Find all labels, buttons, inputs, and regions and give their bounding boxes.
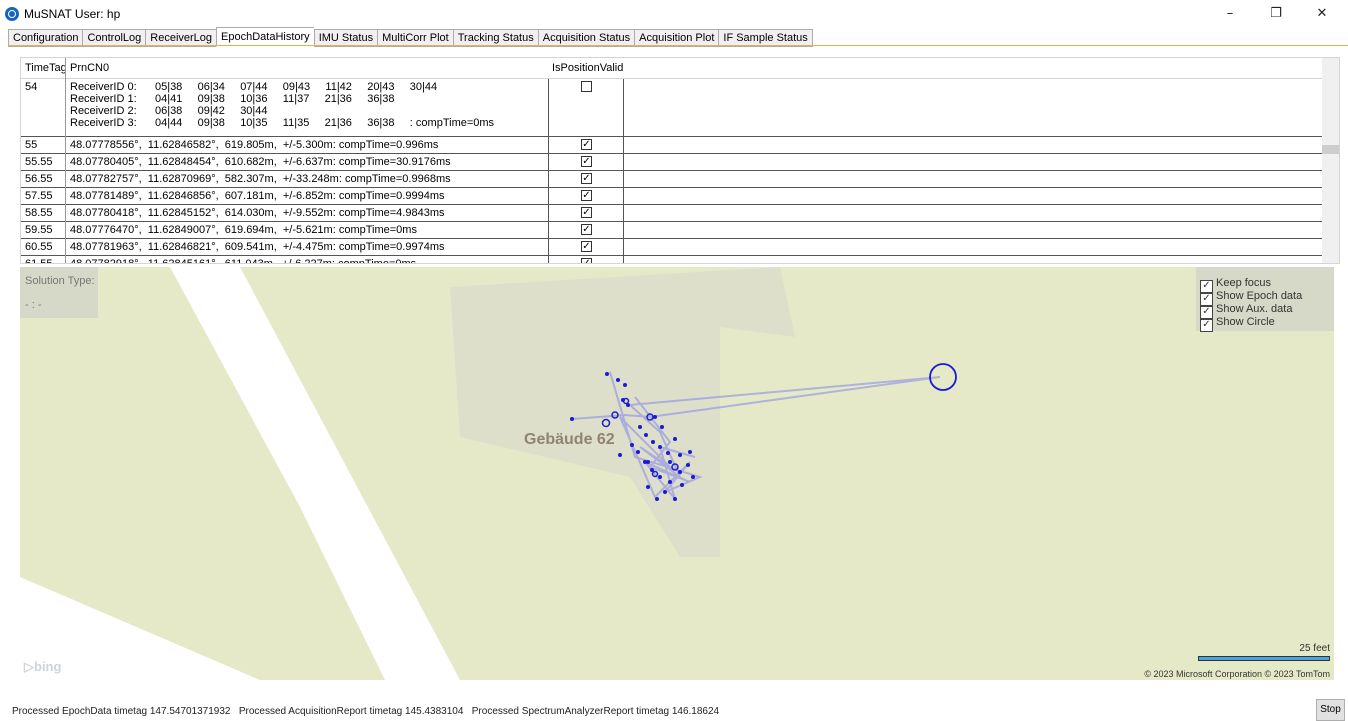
cell-prncn0: 48.07782757°, 11.62870969°, 582.307m, +/… (70, 173, 451, 185)
cell-timetag: 56.55 (25, 173, 53, 185)
table-row[interactable]: 57.55 48.07781489°, 11.62846856°, 607.18… (21, 188, 1322, 205)
cell-prncn0-line: ReceiverID 0: 05|38 06|34 07|44 09|43 11… (70, 81, 438, 93)
road (170, 267, 460, 680)
valid-checkbox[interactable]: ✓ (581, 139, 592, 150)
close-button[interactable]: ✕ (1299, 0, 1345, 28)
valid-checkbox[interactable]: ✓ (581, 207, 592, 218)
restore-button[interactable]: ❐ (1253, 0, 1299, 28)
scrollbar-thumb[interactable] (1322, 145, 1339, 154)
cell-prncn0: 48.07776470°, 11.62849007°, 619.694m, +/… (70, 224, 417, 236)
table-row[interactable]: 55 48.07778556°, 11.62846582°, 619.805m,… (21, 137, 1322, 154)
status-bar-text: Processed EpochData timetag 147.54701371… (12, 706, 720, 717)
scale-bar (1198, 656, 1330, 661)
cell-timetag: 54 (25, 81, 38, 93)
bing-logo: ▷bing (24, 659, 62, 674)
table-row[interactable]: 56.55 48.07782757°, 11.62870969°, 582.30… (21, 171, 1322, 188)
cell-prncn0: 48.07782918°, 11.62845161°, 611.043m, +/… (70, 258, 417, 264)
stop-button[interactable]: Stop (1316, 699, 1345, 721)
cell-prncn0: 48.07781489°, 11.62846856°, 607.181m, +/… (70, 190, 445, 202)
valid-checkbox[interactable]: ✓ (581, 173, 592, 184)
title-bar: MuSNAT User: hp – ❐ ✕ (0, 0, 1348, 28)
map-view[interactable]: Gebäude 62 Solution Type: - : - ✓ Keep fo… (20, 267, 1334, 680)
valid-checkbox[interactable]: ✓ (581, 241, 592, 252)
map-canvas: Gebäude 62 (20, 267, 957, 680)
tab-bar: Configuration ControlLog ReceiverLog Epo… (8, 27, 813, 47)
cell-prncn0: 48.07781963°, 11.62846821°, 609.541m, +/… (70, 241, 445, 253)
column-divider (548, 79, 549, 263)
map-options-panel: ✓ Keep focus ✓ Show Epoch data ✓ Show Aux. … (1196, 267, 1334, 332)
cell-prncn0-line: ReceiverID 2: 06|38 09|42 30|44 (70, 105, 268, 117)
map-copyright: © 2023 Microsoft Corporation © 2023 TomT… (1144, 669, 1330, 679)
cell-prncn0: 48.07778556°, 11.62846582°, 619.805m, +/… (70, 139, 439, 151)
building-label: Gebäude 62 (524, 431, 615, 448)
cell-timetag: 60.55 (25, 241, 53, 253)
show-circle-checkbox[interactable]: ✓ Show Circle (1200, 316, 1275, 332)
table-row[interactable]: 55.55 48.07780405°, 11.62848454°, 610.68… (21, 154, 1322, 171)
header-isposvalid[interactable]: IsPositionValid (552, 62, 623, 74)
header-prncn0[interactable]: PrnCN0 (70, 62, 109, 74)
valid-checkbox[interactable]: ✓ (581, 258, 592, 263)
cell-prncn0-line: ReceiverID 1: 04|41 09|38 10|36 11|37 21… (70, 93, 395, 105)
tab-epochdatahistory[interactable]: EpochDataHistory (216, 27, 314, 47)
grid-header: TimeTag PrnCN0 IsPositionValid (21, 58, 1322, 79)
minimize-button[interactable]: – (1207, 0, 1253, 28)
grid-vertical-scrollbar[interactable] (1322, 58, 1339, 263)
window-title: MuSNAT User: hp (24, 7, 121, 21)
solution-type-panel: Solution Type: - : - (20, 267, 98, 318)
checkbox-icon: ✓ (1200, 319, 1213, 332)
cell-prncn0: 48.07780418°, 11.62845152°, 614.030m, +/… (70, 207, 445, 219)
table-row[interactable]: 59.55 48.07776470°, 11.62849007°, 619.69… (21, 222, 1322, 239)
cell-prncn0: 48.07780405°, 11.62848454°, 610.682m, +/… (70, 156, 451, 168)
solution-type-label: Solution Type: (25, 275, 95, 287)
cell-timetag: 55 (25, 139, 38, 151)
app-globe-icon (5, 7, 19, 21)
table-row[interactable]: 54 ReceiverID 0: 05|38 06|34 07|44 09|43… (21, 79, 1322, 137)
valid-checkbox[interactable] (581, 81, 592, 92)
valid-checkbox[interactable]: ✓ (581, 156, 592, 167)
table-row[interactable]: 61.55 48.07782918°, 11.62845161°, 611.04… (21, 256, 1322, 264)
cell-timetag: 59.55 (25, 224, 53, 236)
table-row[interactable]: 58.55 48.07780418°, 11.62845152°, 614.03… (21, 205, 1322, 222)
column-divider (623, 79, 624, 263)
valid-checkbox[interactable]: ✓ (581, 190, 592, 201)
valid-checkbox[interactable]: ✓ (581, 224, 592, 235)
cell-timetag: 57.55 (25, 190, 53, 202)
table-row[interactable]: 60.55 48.07781963°, 11.62846821°, 609.54… (21, 239, 1322, 256)
scale-label: 25 feet (1299, 643, 1330, 654)
epoch-data-grid[interactable]: TimeTag PrnCN0 IsPositionValid 54 Receiv… (20, 57, 1340, 264)
solution-type-value: - : - (25, 299, 42, 311)
column-divider (65, 58, 66, 263)
cell-timetag: 61.55 (25, 258, 53, 264)
cell-prncn0-line: ReceiverID 3: 04|44 09|38 10|35 11|35 21… (70, 117, 495, 129)
header-timetag[interactable]: TimeTag (25, 62, 67, 74)
cell-timetag: 55.55 (25, 156, 53, 168)
cell-timetag: 58.55 (25, 207, 53, 219)
